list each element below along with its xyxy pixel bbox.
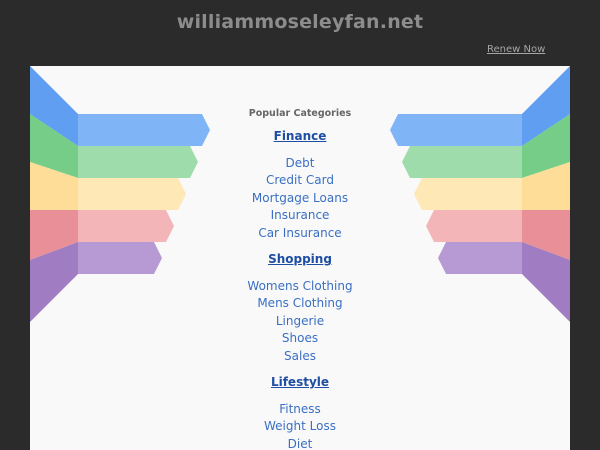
category-link-fitness[interactable]: Fitness xyxy=(200,402,400,416)
category-link-womens-clothing[interactable]: Womens Clothing xyxy=(200,279,400,293)
category-link-lingerie[interactable]: Lingerie xyxy=(200,314,400,328)
category-link-mortgage-loans[interactable]: Mortgage Loans xyxy=(200,191,400,205)
category-link-insurance[interactable]: Insurance xyxy=(200,208,400,222)
category-heading-finance[interactable]: Finance xyxy=(200,129,400,143)
category-link-car-insurance[interactable]: Car Insurance xyxy=(200,226,400,240)
parking-panel: Popular Categories Finance Debt Credit C… xyxy=(30,66,570,450)
popular-categories-label: Popular Categories xyxy=(248,108,352,119)
category-heading-lifestyle[interactable]: Lifestyle xyxy=(200,375,400,389)
category-link-shoes[interactable]: Shoes xyxy=(200,331,400,345)
category-link-weight-loss[interactable]: Weight Loss xyxy=(200,419,400,433)
category-link-sales[interactable]: Sales xyxy=(200,349,400,363)
category-heading-shopping[interactable]: Shopping xyxy=(200,252,400,266)
renew-now-link[interactable]: Renew Now xyxy=(487,44,545,55)
category-link-credit-card[interactable]: Credit Card xyxy=(200,173,400,187)
category-link-mens-clothing[interactable]: Mens Clothing xyxy=(200,296,400,310)
category-link-debt[interactable]: Debt xyxy=(200,156,400,170)
category-link-diet[interactable]: Diet xyxy=(200,437,400,450)
domain-title: williammoseleyfan.net xyxy=(176,11,424,33)
